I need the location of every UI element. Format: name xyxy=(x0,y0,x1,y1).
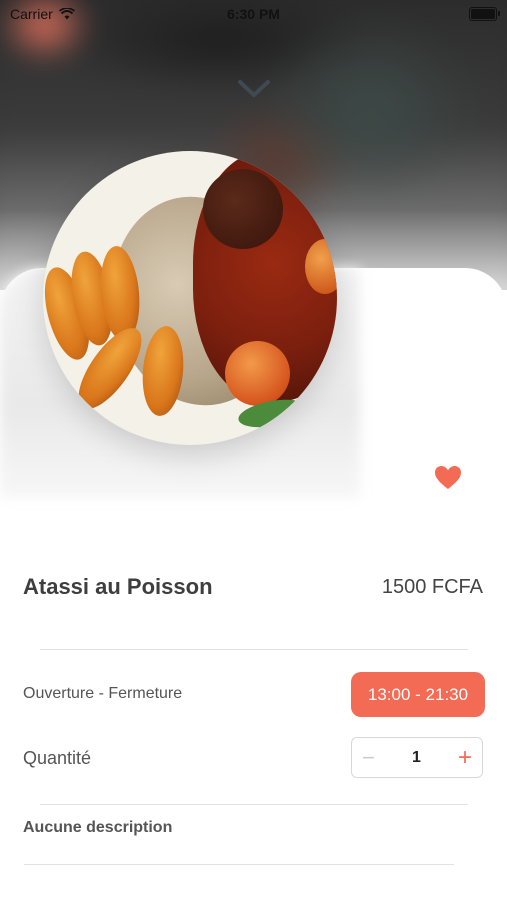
description-text: Aucune description xyxy=(23,819,173,836)
divider xyxy=(40,804,468,805)
dish-image xyxy=(43,151,337,445)
quantity-label: Quantité xyxy=(23,748,92,768)
dish-price: 1500 FCFA xyxy=(381,576,483,598)
status-time: 6:30 PM xyxy=(227,6,280,22)
hours-label: Ouverture - Fermeture xyxy=(23,685,183,702)
divider xyxy=(24,864,454,865)
chevron-down-icon[interactable] xyxy=(236,78,272,100)
heart-icon[interactable] xyxy=(434,465,462,491)
hours-badge: 13:00 - 21:30 xyxy=(351,672,485,717)
dish-name: Atassi au Poisson xyxy=(23,574,213,599)
status-bar: Carrier 6:30 PM xyxy=(0,0,507,28)
divider xyxy=(40,649,468,650)
battery-icon xyxy=(469,7,500,21)
quantity-stepper[interactable]: − 1 + xyxy=(351,737,483,778)
increment-button[interactable]: + xyxy=(458,745,472,770)
decrement-button[interactable]: − xyxy=(362,746,375,769)
quantity-value: 1 xyxy=(411,748,421,766)
